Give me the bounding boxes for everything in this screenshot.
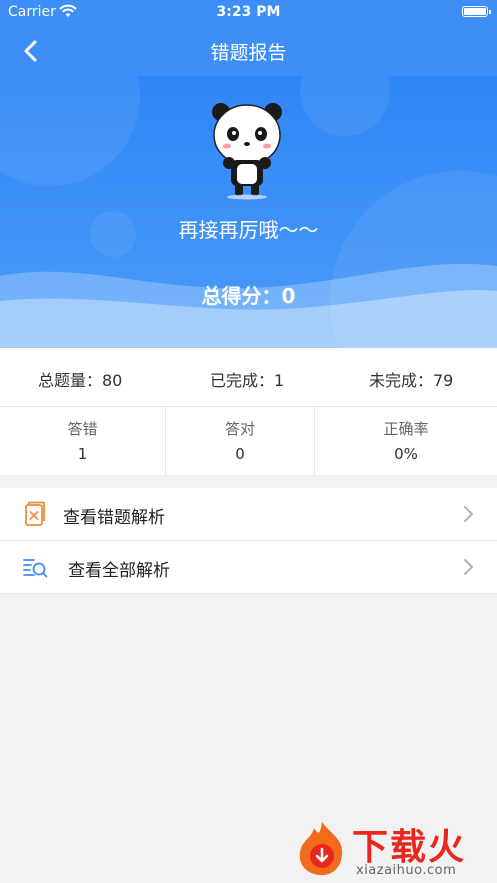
nav-bar: 错题报告 [0, 26, 497, 76]
chevron-right-icon [464, 559, 473, 575]
uncompleted-count: 未完成：79 [369, 371, 454, 390]
clock: 3:23 PM [216, 4, 281, 20]
wrong-answer-book-icon [25, 501, 45, 526]
stat-label: 答对 [224, 420, 255, 438]
chevron-right-icon [464, 506, 473, 522]
view-all-analysis-row[interactable]: 查看全部解析 [0, 541, 497, 594]
view-wrong-analysis-row[interactable]: 查看错题解析 [0, 488, 497, 541]
stat-accuracy: 正确率 0% [315, 407, 497, 475]
stat-wrong: 答错 1 [0, 407, 166, 475]
total-score: 总得分：0 [201, 284, 296, 308]
stat-value: 0 [235, 445, 245, 463]
stat-value: 1 [77, 445, 88, 463]
total-questions: 总题量：80 [38, 371, 123, 390]
score-banner: 再接再厉哦～～ 总得分：0 [0, 76, 497, 348]
stat-value: 0% [394, 445, 418, 463]
completed-count: 已完成：1 [210, 371, 285, 390]
question-summary: 总题量：80 已完成：1 未完成：79 [0, 348, 497, 407]
stat-label: 答错 [67, 420, 98, 438]
menu-label: 查看错题解析 [63, 508, 165, 528]
result-stats: 答错 1 答对 0 正确率 0% [0, 407, 497, 475]
page-title: 错题报告 [210, 42, 287, 64]
panda-icon [212, 103, 282, 200]
watermark-url: xiazaihuo.com [356, 863, 457, 878]
watermark-logo: 下载火 xiazaihuo.com [290, 814, 496, 883]
search-list-icon [23, 559, 48, 578]
flame-download-icon [299, 822, 343, 876]
status-bar: Carrier 3:23 PM [0, 0, 497, 26]
encouragement-text: 再接再厉哦～～ [178, 218, 319, 242]
menu-label: 查看全部解析 [68, 561, 170, 581]
battery-icon [462, 6, 491, 17]
stat-correct: 答对 0 [166, 407, 315, 475]
stat-label: 正确率 [383, 420, 429, 438]
